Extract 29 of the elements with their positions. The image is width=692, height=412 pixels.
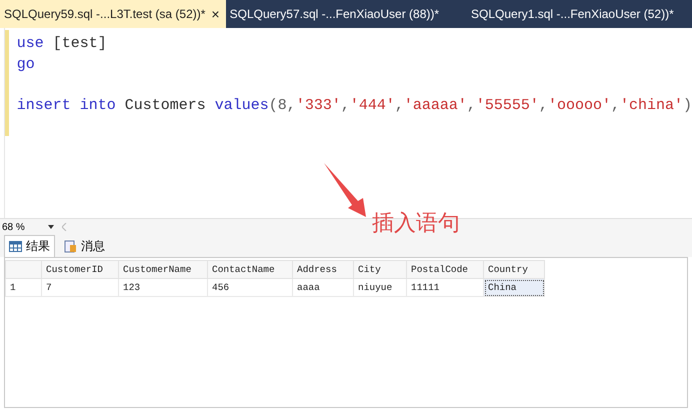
row-number: 1 [6,278,42,296]
result-tab[interactable]: 消息 [59,235,110,257]
document-icon [64,240,77,253]
column-header[interactable]: ContactName [208,260,292,278]
column-header[interactable]: City [354,260,406,278]
table-cell[interactable]: China [484,278,544,296]
column-header[interactable]: PostalCode [406,260,484,278]
scroll-left-icon[interactable] [62,223,67,231]
table-cell[interactable]: 7 [42,278,118,296]
table-cell[interactable]: niuyue [354,278,406,296]
code-line: use [test] [16,34,108,54]
column-header[interactable]: Country [484,260,544,278]
document-tab[interactable]: SQLQuery57.sql -...FenXiaoUser (88))* [226,0,446,28]
caret-icon [48,225,54,229]
result-tab[interactable]: 结果 [4,235,55,257]
grid-icon [9,241,22,252]
table-cell[interactable]: 123 [118,278,208,296]
document-tab[interactable]: SQLQuery59.sql -...L3T.test (sa (52))* × [0,0,226,28]
code-line: insert into Customers values(8,'333','444','aaaaa','55555','ooooo','china') [16,96,692,116]
close-icon[interactable]: × [211,6,220,22]
table-cell[interactable]: 456 [208,278,292,296]
column-header[interactable]: CustomerName [118,260,208,278]
zoom-dropdown[interactable]: 68 % [0,222,54,232]
table-cell[interactable]: 11111 [406,278,484,296]
code-line: go [16,54,36,74]
document-tab[interactable]: SQLQuery1.sql -...FenXiaoUser (52))* [467,0,680,28]
column-header[interactable]: CustomerID [42,260,118,278]
column-header[interactable]: Address [292,260,354,278]
table-cell[interactable]: aaaa [292,278,354,296]
